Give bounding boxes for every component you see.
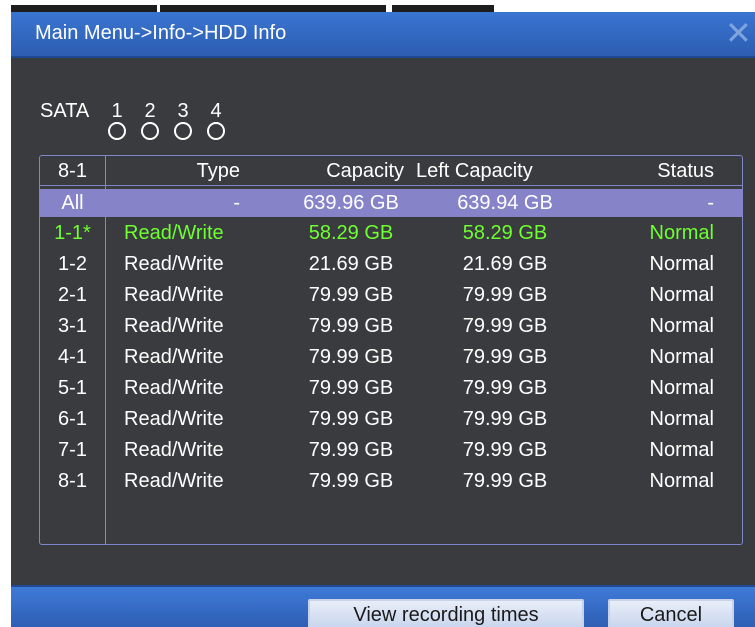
table-row[interactable]: 7-1 Read/Write 79.99 GB 79.99 GB Normal xyxy=(40,436,742,464)
table-row[interactable]: 3-1 Read/Write 79.99 GB 79.99 GB Normal xyxy=(40,312,742,340)
row-capacity: 21.69 GB xyxy=(308,253,394,275)
sata-port-4: 4 xyxy=(210,100,222,122)
top-strip xyxy=(0,0,755,12)
row-type: Read/Write xyxy=(124,377,224,399)
row-type: - xyxy=(233,192,240,214)
sata-port-1-indicator-icon xyxy=(108,122,126,140)
header-status: Status xyxy=(657,160,714,182)
table-row[interactable]: 5-1 Read/Write 79.99 GB 79.99 GB Normal xyxy=(40,374,742,402)
row-status: - xyxy=(707,192,714,214)
row-left-capacity: 79.99 GB xyxy=(462,377,548,399)
row-type: Read/Write xyxy=(124,222,224,244)
row-id: 1-1* xyxy=(54,222,91,244)
sata-label: SATA xyxy=(40,100,90,122)
row-status: Normal xyxy=(649,408,714,430)
row-status: Normal xyxy=(649,439,714,461)
header-capacity: Capacity xyxy=(326,160,404,182)
sata-port-1: 1 xyxy=(111,100,123,122)
row-left-capacity: 79.99 GB xyxy=(462,408,548,430)
row-id: 3-1 xyxy=(58,315,87,337)
table-header: 8-1 Type Capacity Left Capacity Status xyxy=(40,156,742,186)
row-id: 1-2 xyxy=(58,253,87,275)
row-left-capacity: 79.99 GB xyxy=(462,470,548,492)
sata-port-2-indicator-icon xyxy=(141,122,159,140)
top-strip-segment xyxy=(392,5,494,12)
row-capacity: 79.99 GB xyxy=(308,315,394,337)
top-strip-segment xyxy=(11,5,157,12)
row-capacity: 79.99 GB xyxy=(308,377,394,399)
row-id: 8-1 xyxy=(58,470,87,492)
hdd-table: 8-1 Type Capacity Left Capacity Status A… xyxy=(39,155,743,545)
row-left-capacity: 79.99 GB xyxy=(462,346,548,368)
table-row[interactable]: All - 639.96 GB 639.94 GB - xyxy=(40,189,742,217)
row-type: Read/Write xyxy=(124,284,224,306)
row-type: Read/Write xyxy=(124,315,224,337)
row-capacity: 79.99 GB xyxy=(308,470,394,492)
header-id[interactable]: 8-1 xyxy=(40,156,105,186)
row-type: Read/Write xyxy=(124,408,224,430)
row-status: Normal xyxy=(649,315,714,337)
table-row[interactable]: 4-1 Read/Write 79.99 GB 79.99 GB Normal xyxy=(40,343,742,371)
row-type: Read/Write xyxy=(124,253,224,275)
top-strip-segment xyxy=(160,5,386,12)
row-left-capacity: 79.99 GB xyxy=(462,315,548,337)
close-icon[interactable]: ✕ xyxy=(725,17,752,49)
row-id: 6-1 xyxy=(58,408,87,430)
row-capacity: 79.99 GB xyxy=(308,284,394,306)
table-row[interactable]: 2-1 Read/Write 79.99 GB 79.99 GB Normal xyxy=(40,281,742,309)
row-id: 5-1 xyxy=(58,377,87,399)
row-capacity: 58.29 GB xyxy=(308,222,394,244)
row-status: Normal xyxy=(649,377,714,399)
table-row[interactable]: 1-2 Read/Write 21.69 GB 21.69 GB Normal xyxy=(40,250,742,278)
row-capacity: 79.99 GB xyxy=(308,439,394,461)
sata-port-3: 3 xyxy=(177,100,189,122)
row-status: Normal xyxy=(649,284,714,306)
window-title: Main Menu->Info->HDD Info xyxy=(35,22,287,44)
header-left-capacity: Left Capacity xyxy=(416,160,533,182)
row-type: Read/Write xyxy=(124,439,224,461)
row-status: Normal xyxy=(649,470,714,492)
row-capacity: 79.99 GB xyxy=(308,346,394,368)
row-type: Read/Write xyxy=(124,346,224,368)
button-bar: View recording times Cancel xyxy=(11,585,755,627)
row-left-capacity: 79.99 GB xyxy=(462,284,548,306)
cancel-button[interactable]: Cancel xyxy=(608,599,734,627)
sata-port-3-indicator-icon xyxy=(174,122,192,140)
row-capacity: 639.96 GB xyxy=(303,192,399,214)
row-id: All xyxy=(61,192,84,214)
table-row[interactable]: 6-1 Read/Write 79.99 GB 79.99 GB Normal xyxy=(40,405,742,433)
table-row[interactable]: 1-1* Read/Write 58.29 GB 58.29 GB Normal xyxy=(40,219,742,247)
row-id: 2-1 xyxy=(58,284,87,306)
title-bar: Main Menu->Info->HDD Info ✕ xyxy=(11,12,755,58)
table-row[interactable]: 8-1 Read/Write 79.99 GB 79.99 GB Normal xyxy=(40,467,742,495)
row-status: Normal xyxy=(649,346,714,368)
row-left-capacity: 79.99 GB xyxy=(462,439,548,461)
sata-port-2: 2 xyxy=(144,100,156,122)
view-recording-times-button[interactable]: View recording times xyxy=(308,599,584,627)
row-left-capacity: 21.69 GB xyxy=(462,253,548,275)
row-left-capacity: 58.29 GB xyxy=(462,222,548,244)
row-left-capacity: 639.94 GB xyxy=(457,192,553,214)
row-id: 4-1 xyxy=(58,346,87,368)
row-status: Normal xyxy=(649,222,714,244)
header-type: Type xyxy=(196,160,240,182)
sata-port-4-indicator-icon xyxy=(207,122,225,140)
row-type: Read/Write xyxy=(124,470,224,492)
row-id: 7-1 xyxy=(58,439,87,461)
hdd-info-dialog: Main Menu->Info->HDD Info ✕ SATA 1 2 3 4… xyxy=(11,12,755,627)
row-status: Normal xyxy=(649,253,714,275)
row-capacity: 79.99 GB xyxy=(308,408,394,430)
